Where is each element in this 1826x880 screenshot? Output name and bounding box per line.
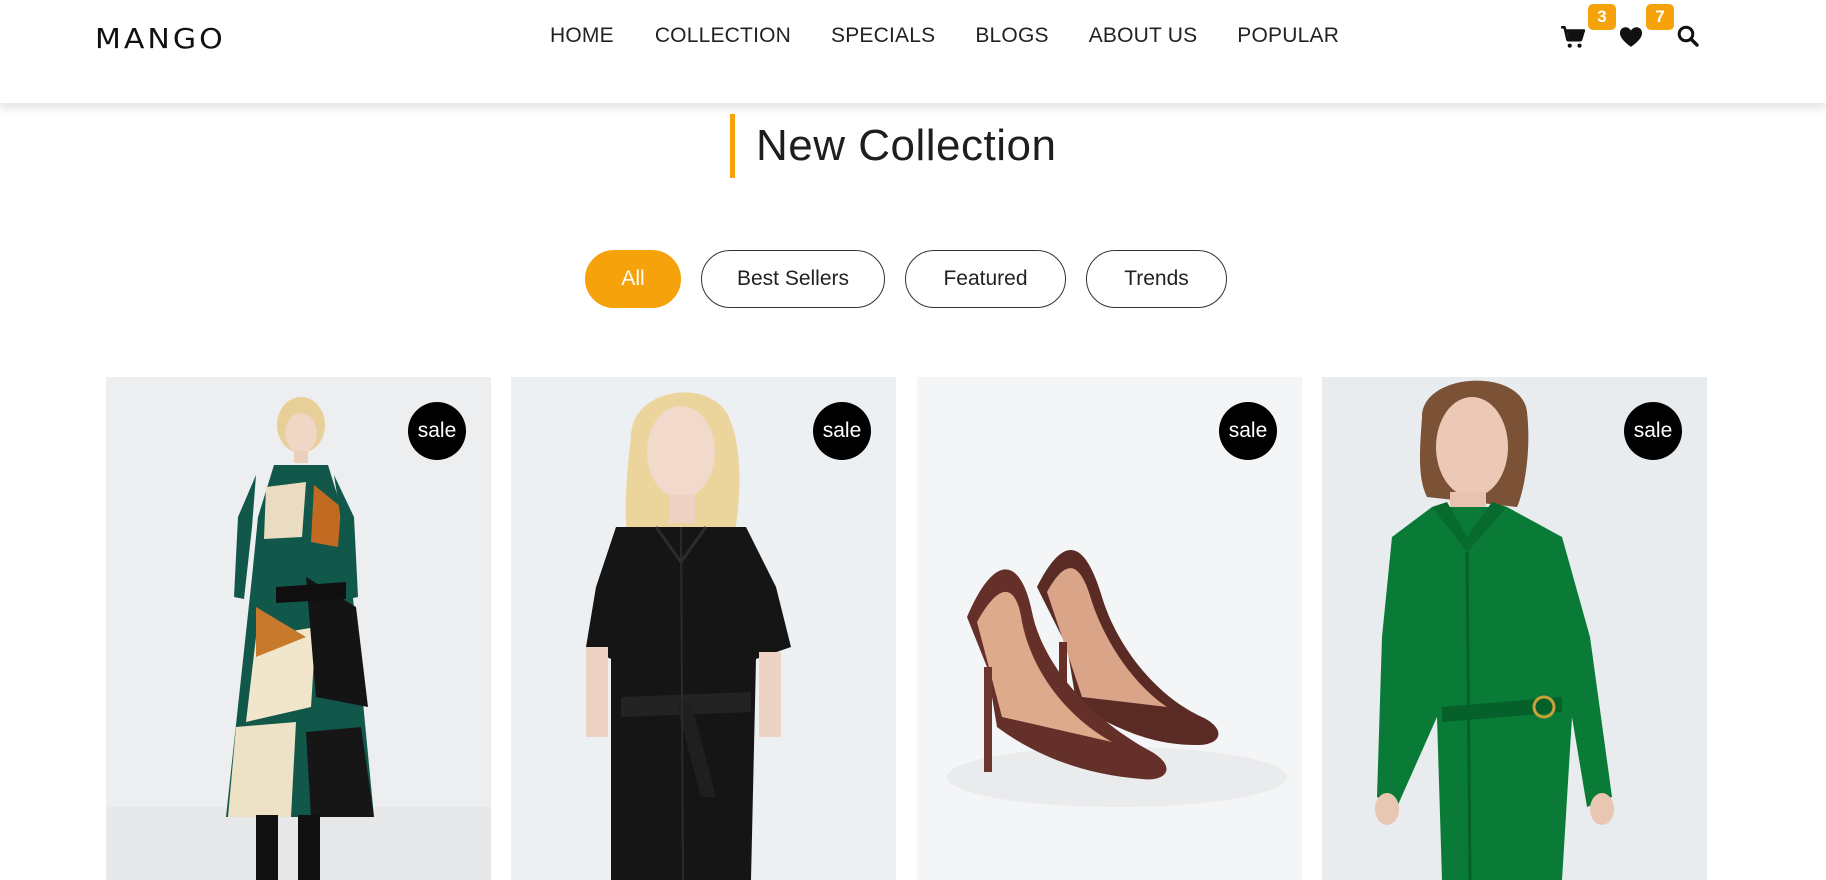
filter-trends-button[interactable]: Trends [1086, 250, 1227, 308]
section-heading: New Collection [730, 114, 1056, 178]
heart-icon [1619, 27, 1643, 47]
nav-blogs[interactable]: BLOGS [975, 24, 1048, 48]
wishlist-button[interactable]: 7 [1618, 4, 1674, 52]
section-title: New Collection [756, 121, 1057, 170]
sale-badge: sale [813, 402, 871, 460]
main-nav: HOME COLLECTION SPECIALS BLOGS ABOUT US … [550, 24, 1339, 48]
collection-filters: All Best Sellers Featured Trends [585, 250, 1227, 308]
sale-badge: sale [1624, 402, 1682, 460]
filter-all-button[interactable]: All [585, 250, 681, 308]
site-header: MANGO HOME COLLECTION SPECIALS BLOGS ABO… [0, 0, 1826, 103]
cart-button[interactable]: 3 [1560, 4, 1616, 52]
product-card[interactable]: sale [511, 377, 896, 880]
sale-badge: sale [1219, 402, 1277, 460]
filter-featured-button[interactable]: Featured [905, 250, 1066, 308]
title-accent-bar [730, 114, 735, 178]
search-button[interactable] [1676, 24, 1704, 52]
brand-logo[interactable]: MANGO [95, 23, 226, 55]
header-actions: 3 7 [1560, 4, 1710, 54]
nav-specials[interactable]: SPECIALS [831, 24, 935, 48]
nav-home[interactable]: HOME [550, 24, 614, 48]
nav-popular[interactable]: POPULAR [1237, 24, 1339, 48]
cart-count-badge: 3 [1588, 4, 1616, 30]
product-card[interactable]: sale [106, 377, 491, 880]
nav-about-us[interactable]: ABOUT US [1089, 24, 1198, 48]
search-icon [1677, 25, 1699, 47]
nav-collection[interactable]: COLLECTION [655, 24, 791, 48]
wishlist-count-badge: 7 [1646, 4, 1674, 30]
product-card[interactable]: sale [1322, 377, 1707, 880]
filter-best-sellers-button[interactable]: Best Sellers [701, 250, 885, 308]
sale-badge: sale [408, 402, 466, 460]
cart-icon [1561, 25, 1586, 48]
product-card[interactable]: sale [917, 377, 1302, 880]
